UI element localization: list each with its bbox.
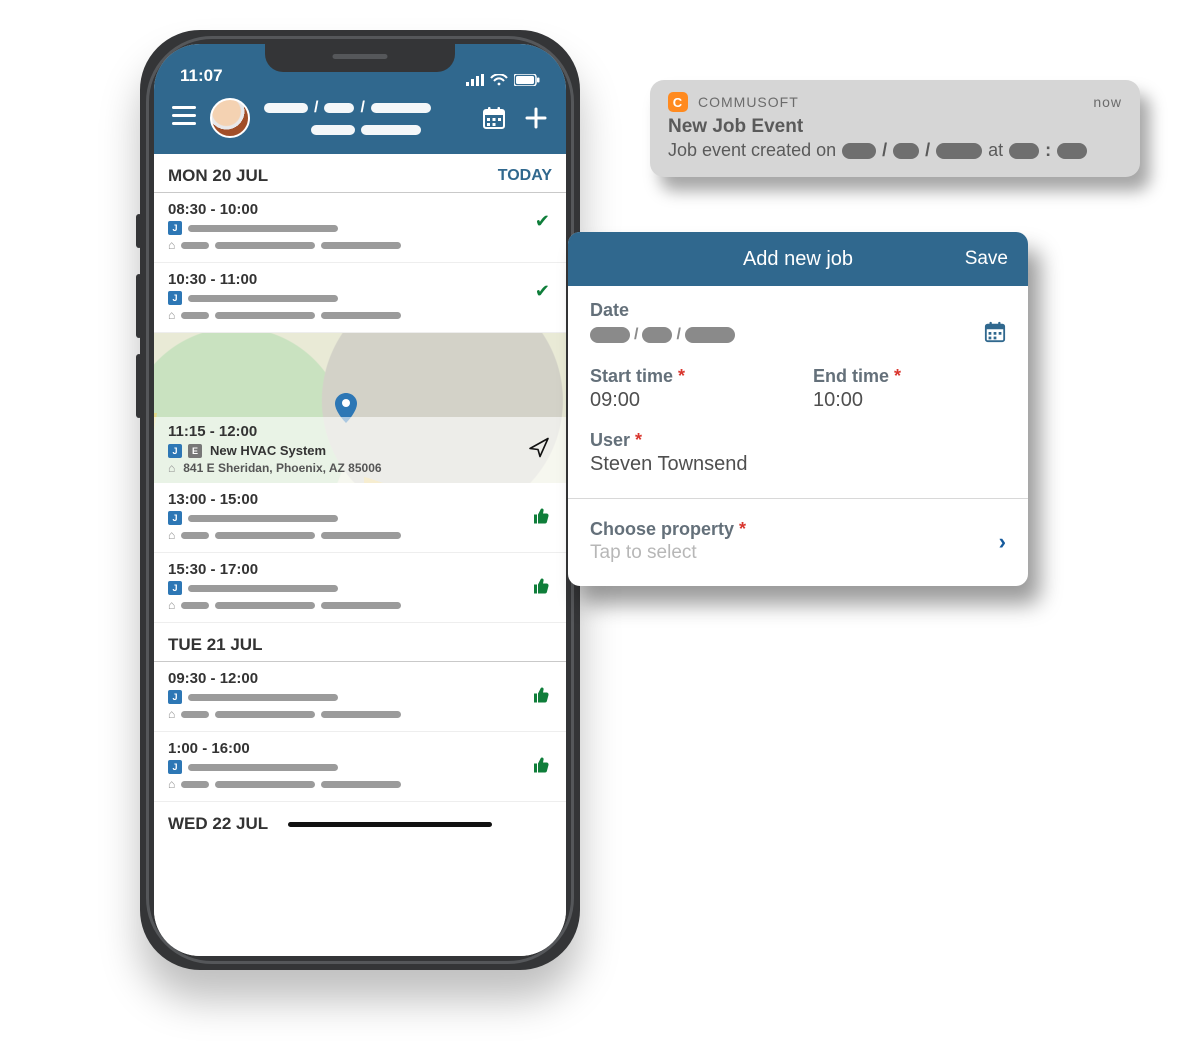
job-badge: J bbox=[168, 760, 182, 774]
check-icon: ✔ bbox=[535, 281, 550, 302]
job-list[interactable]: MON 20 JUL TODAY 08:30 - 10:00 J ⌂ ✔ 10:… bbox=[154, 154, 566, 956]
day-header: TUE 21 JUL bbox=[154, 623, 566, 662]
side-button bbox=[136, 214, 142, 248]
job-item-active[interactable]: 11:15 - 12:00 JE New HVAC System ⌂ 841 E S… bbox=[154, 333, 566, 483]
today-link[interactable]: TODAY bbox=[498, 167, 552, 185]
push-notification[interactable]: C COMMUSOFT now New Job Event Job event … bbox=[650, 80, 1140, 177]
thumbs-up-icon bbox=[532, 576, 550, 599]
job-time: 13:00 - 15:00 bbox=[168, 491, 552, 508]
date-label: Date bbox=[590, 300, 1006, 321]
header-title-placeholder: / / bbox=[264, 99, 468, 137]
job-time: 10:30 - 11:00 bbox=[168, 271, 552, 288]
day-header: MON 20 JUL TODAY bbox=[154, 154, 566, 193]
thumbs-up-icon bbox=[532, 755, 550, 778]
home-icon: ⌂ bbox=[168, 528, 175, 542]
job-time: 08:30 - 10:00 bbox=[168, 201, 552, 218]
app-header: / / bbox=[154, 88, 566, 154]
avatar[interactable] bbox=[210, 98, 250, 138]
home-icon: ⌂ bbox=[168, 707, 175, 721]
job-item[interactable]: 1:00 - 16:00 J ⌂ bbox=[154, 732, 566, 802]
day-label: WED 22 JUL bbox=[168, 814, 268, 834]
push-time: now bbox=[1093, 94, 1122, 110]
sheet-header: Add new job Save bbox=[568, 232, 1028, 286]
job-overlay: 11:15 - 12:00 JE New HVAC System ⌂ 841 E S… bbox=[154, 417, 566, 483]
home-icon: ⌂ bbox=[168, 461, 175, 475]
job-time: 11:15 - 12:00 bbox=[168, 423, 552, 440]
sheet-title: Add new job bbox=[743, 248, 853, 271]
chevron-right-icon: › bbox=[999, 529, 1006, 555]
battery-icon bbox=[514, 74, 540, 86]
add-job-sheet: Add new job Save Date // Start time * 09… bbox=[568, 232, 1028, 586]
job-badge: J bbox=[168, 581, 182, 595]
calendar-icon[interactable] bbox=[482, 106, 506, 130]
home-indicator bbox=[288, 822, 492, 827]
check-icon: ✔ bbox=[535, 211, 550, 232]
volume-up-button bbox=[136, 274, 142, 338]
job-time: 1:00 - 16:00 bbox=[168, 740, 552, 757]
save-button[interactable]: Save bbox=[965, 248, 1008, 270]
push-app-name: COMMUSOFT bbox=[698, 94, 799, 110]
add-icon[interactable] bbox=[524, 106, 548, 130]
start-time-label: Start time bbox=[590, 366, 673, 386]
job-badge: J bbox=[168, 511, 182, 525]
job-badge: J bbox=[168, 690, 182, 704]
job-item[interactable]: 10:30 - 11:00 J ⌂ ✔ bbox=[154, 263, 566, 333]
menu-icon[interactable] bbox=[172, 106, 196, 131]
job-item[interactable]: 08:30 - 10:00 J ⌂ ✔ bbox=[154, 193, 566, 263]
wifi-icon bbox=[490, 74, 508, 86]
property-label: Choose property bbox=[590, 519, 734, 539]
push-body: Job event created on // at : bbox=[668, 140, 1122, 161]
job-badge: J bbox=[168, 291, 182, 305]
phone-frame: 11:07 / / bbox=[140, 30, 580, 970]
job-badge: J bbox=[168, 221, 182, 235]
user-label: User bbox=[590, 430, 630, 450]
property-placeholder: Tap to select bbox=[590, 542, 746, 564]
day-label: TUE 21 JUL bbox=[168, 635, 262, 655]
end-time-field[interactable]: 10:00 bbox=[813, 389, 1006, 412]
job-address: 841 E Sheridan, Phoenix, AZ 85006 bbox=[183, 461, 381, 475]
status-time: 11:07 bbox=[180, 66, 223, 86]
app-icon: C bbox=[668, 92, 688, 112]
status-icons bbox=[466, 74, 540, 86]
job-item[interactable]: 15:30 - 17:00 J ⌂ bbox=[154, 553, 566, 623]
estimate-badge: E bbox=[188, 444, 202, 458]
choose-property-row[interactable]: Choose property * Tap to select › bbox=[568, 501, 1028, 586]
date-field[interactable]: // bbox=[590, 326, 735, 344]
job-time: 15:30 - 17:00 bbox=[168, 561, 552, 578]
push-title: New Job Event bbox=[668, 116, 1122, 138]
end-time-label: End time bbox=[813, 366, 889, 386]
home-icon: ⌂ bbox=[168, 777, 175, 791]
thumbs-up-icon bbox=[532, 685, 550, 708]
navigate-icon[interactable] bbox=[528, 437, 550, 464]
calendar-icon[interactable] bbox=[984, 321, 1006, 348]
home-icon: ⌂ bbox=[168, 598, 175, 612]
signal-icon bbox=[466, 74, 484, 86]
thumbs-up-icon bbox=[532, 506, 550, 529]
phone-screen: 11:07 / / bbox=[154, 44, 566, 956]
day-label: MON 20 JUL bbox=[168, 166, 268, 186]
divider bbox=[568, 498, 1028, 499]
job-badge: J bbox=[168, 444, 182, 458]
job-item[interactable]: 13:00 - 15:00 J ⌂ bbox=[154, 483, 566, 553]
start-time-field[interactable]: 09:00 bbox=[590, 389, 783, 412]
placeholder-text bbox=[188, 225, 338, 232]
home-icon: ⌂ bbox=[168, 238, 175, 252]
home-icon: ⌂ bbox=[168, 308, 175, 322]
day-header: WED 22 JUL bbox=[154, 802, 566, 840]
job-title: New HVAC System bbox=[210, 443, 326, 458]
phone-notch bbox=[265, 42, 455, 72]
user-field[interactable]: Steven Townsend bbox=[590, 453, 1006, 476]
volume-down-button bbox=[136, 354, 142, 418]
job-time: 09:30 - 12:00 bbox=[168, 670, 552, 687]
job-item[interactable]: 09:30 - 12:00 J ⌂ bbox=[154, 662, 566, 732]
map-pin-icon bbox=[335, 393, 357, 415]
